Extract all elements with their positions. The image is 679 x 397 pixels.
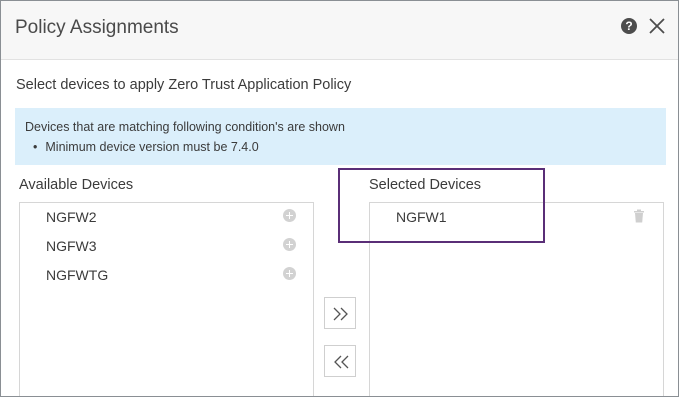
available-device-item[interactable]: NGFW3 bbox=[20, 232, 313, 260]
help-icon[interactable]: ? bbox=[621, 18, 637, 34]
double-chevron-left-icon bbox=[334, 355, 349, 369]
selected-devices-highlight bbox=[338, 168, 545, 243]
available-device-item[interactable]: NGFW2 bbox=[20, 203, 313, 231]
info-banner: Devices that are matching following cond… bbox=[15, 108, 666, 165]
dialog-title: Policy Assignments bbox=[15, 17, 179, 38]
bullet: • bbox=[33, 140, 38, 154]
dialog-header: Policy Assignments ? bbox=[1, 1, 678, 60]
info-condition-text: Minimum device version must be 7.4.0 bbox=[45, 140, 259, 154]
available-devices-label: Available Devices bbox=[19, 177, 134, 193]
add-icon[interactable] bbox=[283, 267, 296, 280]
dialog-subtitle: Select devices to apply Zero Trust Appli… bbox=[16, 77, 352, 93]
double-chevron-right-icon bbox=[333, 307, 348, 321]
device-name: NGFW3 bbox=[46, 238, 97, 254]
device-name: NGFWTG bbox=[46, 267, 109, 283]
info-condition: • Minimum device version must be 7.4.0 bbox=[33, 140, 259, 154]
info-text: Devices that are matching following cond… bbox=[25, 120, 345, 134]
device-name: NGFW2 bbox=[46, 209, 97, 225]
move-left-button[interactable] bbox=[324, 345, 356, 377]
move-right-button[interactable] bbox=[324, 297, 356, 329]
trash-icon[interactable] bbox=[633, 209, 645, 223]
add-icon[interactable] bbox=[283, 238, 296, 251]
add-icon[interactable] bbox=[283, 209, 296, 222]
close-icon[interactable] bbox=[646, 15, 668, 37]
policy-assignments-dialog: Policy Assignments ? Select devices to a… bbox=[0, 0, 679, 397]
available-device-item[interactable]: NGFWTG bbox=[20, 261, 313, 289]
available-devices-list[interactable]: NGFW2 NGFW3 NGFWTG bbox=[19, 202, 314, 396]
